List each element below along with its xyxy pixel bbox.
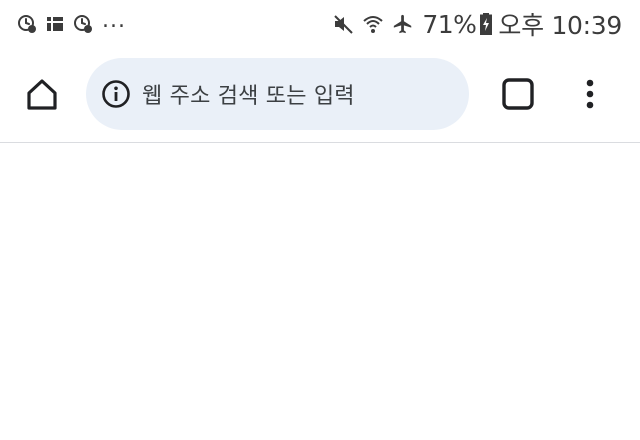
battery-percent: 71% xyxy=(422,9,477,39)
info-icon[interactable] xyxy=(100,78,132,110)
wifi-icon xyxy=(362,13,384,35)
status-bar: ... 71% 오후 10:39 xyxy=(0,0,640,48)
clock-notification-icon xyxy=(16,13,38,35)
more-menu-button[interactable] xyxy=(572,72,608,116)
address-bar-placeholder: 웹 주소 검색 또는 입력 xyxy=(142,84,355,109)
grid-app-icon xyxy=(44,13,66,35)
browser-toolbar: 웹 주소 검색 또는 입력 xyxy=(0,56,640,130)
mute-icon xyxy=(332,13,354,35)
home-icon xyxy=(27,79,57,110)
airplane-icon xyxy=(392,13,414,35)
status-right: 71% 오후 10:39 xyxy=(332,6,622,42)
home-button[interactable] xyxy=(20,72,64,116)
tab-switcher-icon xyxy=(502,78,534,110)
more-notifications-text: ... xyxy=(102,8,126,33)
clock-time: 오후 10:39 xyxy=(498,11,622,40)
browser-screen: ... 71% 오후 10:39 웹 주소 검색 또는 입력 xyxy=(0,0,640,440)
tab-switcher-button[interactable] xyxy=(498,74,538,114)
status-left: ... xyxy=(16,8,126,35)
address-bar[interactable]: 웹 주소 검색 또는 입력 xyxy=(86,58,469,130)
battery-charging-icon xyxy=(480,13,493,35)
more-vert-icon xyxy=(586,79,594,109)
clock-notification-icon xyxy=(72,13,94,35)
page-content-area[interactable] xyxy=(0,143,640,440)
